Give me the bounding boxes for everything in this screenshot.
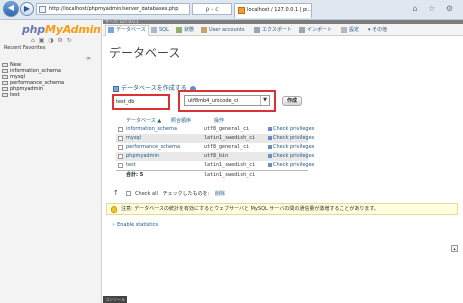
lightbulb-icon	[111, 206, 117, 213]
database-link[interactable]: information_schema	[126, 125, 177, 134]
check-privileges-link[interactable]: Check privileges	[268, 134, 314, 143]
database-icon	[108, 26, 114, 33]
database-link[interactable]: performance_schema	[126, 143, 180, 152]
check-privileges-link[interactable]: Check privileges	[268, 143, 314, 152]
sql-icon	[151, 26, 157, 33]
users-icon	[201, 26, 207, 33]
database-icon	[2, 86, 8, 91]
row-checkbox[interactable]	[118, 127, 123, 132]
check-all-checkbox[interactable]	[126, 191, 132, 196]
bullet-icon: »	[112, 222, 116, 228]
browser-tab[interactable]: localhost / 127.0.0.1 | p... ×	[234, 3, 312, 18]
tab-import[interactable]: インポート	[299, 26, 332, 34]
header-collation[interactable]: 照合順序	[171, 117, 191, 125]
check-all-label[interactable]: Check all	[135, 191, 158, 197]
privileges-icon	[268, 144, 272, 149]
tab-export[interactable]: エクスポート	[254, 26, 292, 34]
row-checkbox[interactable]	[118, 145, 123, 150]
collation-select[interactable]: utf8mb4_unicode_ci ▼	[184, 95, 270, 106]
database-tree: New information_schema mysql performance…	[2, 62, 64, 98]
new-db-icon	[2, 62, 8, 67]
tab-status[interactable]: 状態	[176, 26, 194, 34]
tab-title: localhost / 127.0.0.1 | p...	[247, 7, 311, 13]
table-row: test latin1_swedish_ci Check privileges	[116, 161, 314, 170]
database-icon	[2, 92, 8, 97]
table-row: phpmyadmin utf8_bin Check privileges	[116, 152, 314, 161]
tab-sql[interactable]: SQL	[151, 26, 169, 34]
browser-chrome: ◀ ▶ http://localhost/phpmyadmin/server_d…	[0, 0, 463, 20]
close-tab-icon[interactable]: ×	[304, 4, 308, 17]
table-row: information_schema utf8_general_ci Check…	[116, 125, 314, 134]
database-link[interactable]: phpmyadmin	[126, 152, 159, 161]
create-button[interactable]: 作成	[282, 96, 302, 106]
main-menu: データベース SQL 状態 User accounts エクスポート インポート…	[103, 24, 463, 36]
with-selected-label: チェックしたものを:	[162, 191, 210, 197]
table-header: データベース ▲ 照合順序 操作	[116, 117, 308, 125]
status-icon	[176, 26, 182, 33]
database-icon	[2, 68, 8, 73]
enable-statistics-link[interactable]: » Enable statistics	[112, 222, 158, 228]
address-bar[interactable]: http://localhost/phpmyadmin/server_datab…	[36, 3, 190, 15]
console-bar[interactable]: コンソール	[103, 296, 127, 303]
delete-button[interactable]: 削除	[215, 191, 225, 197]
privileges-icon	[268, 135, 272, 140]
forward-button[interactable]: ▶	[20, 2, 34, 16]
link-icon[interactable]: ∞	[86, 55, 91, 62]
database-link[interactable]: mysql	[126, 134, 141, 143]
header-database[interactable]: データベース ▲	[126, 117, 161, 125]
nav-toolbar-icons[interactable]: ⌂ ▣ ◑ ⚙ ↻	[31, 37, 73, 44]
phpmyadmin-favicon-icon	[238, 7, 245, 14]
export-icon	[254, 26, 260, 33]
privileges-icon	[268, 153, 272, 158]
header-action: 操作	[214, 118, 225, 124]
database-name-input[interactable]	[112, 94, 170, 110]
page-icon	[39, 6, 46, 13]
row-checkbox[interactable]	[118, 154, 123, 159]
total-collation: latin1_swedish_ci	[204, 172, 256, 178]
privileges-icon	[268, 126, 272, 131]
row-checkbox[interactable]	[118, 136, 123, 141]
table-row: performance_schema utf8_general_ci Check…	[116, 143, 314, 152]
privileges-icon	[268, 162, 272, 167]
phpmyadmin-logo[interactable]: phpMyAdmin	[22, 23, 101, 36]
collation-select-highlight: utf8mb4_unicode_ci ▼	[178, 90, 276, 112]
import-icon	[299, 26, 305, 33]
row-checkbox[interactable]	[118, 163, 123, 168]
tab-user-accounts[interactable]: User accounts	[201, 26, 245, 34]
database-link[interactable]: test	[126, 161, 136, 170]
check-privileges-link[interactable]: Check privileges	[268, 152, 314, 161]
collation-value: utf8_general_ci	[204, 126, 250, 132]
total-label: 合計: 5	[126, 172, 144, 178]
database-icon	[2, 80, 8, 85]
tab-settings[interactable]: 設定	[341, 26, 359, 34]
scroll-top-icon[interactable]: ▴	[451, 245, 458, 252]
settings-icon	[341, 26, 347, 33]
collation-value: utf8_general_ci	[204, 144, 250, 150]
home-star-gear-icons[interactable]: ⌂ ☆ ⚙	[412, 4, 457, 13]
database-table: データベース ▲ 照合順序 操作 information_schema utf8…	[116, 117, 314, 178]
database-icon	[2, 74, 8, 79]
tree-item-test[interactable]: test	[2, 92, 64, 98]
address-text: http://localhost/phpmyadmin/server_datab…	[49, 6, 179, 12]
recent-favorites[interactable]: Recent Favorites	[4, 45, 45, 51]
back-button[interactable]: ◀	[3, 1, 19, 17]
collation-value: utf8_bin	[204, 153, 229, 159]
table-total-row: 合計: 5 latin1_swedish_ci	[116, 170, 308, 178]
collation-value: latin1_swedish_ci	[204, 162, 256, 168]
collation-value: latin1_swedish_ci	[204, 135, 256, 141]
check-privileges-link[interactable]: Check privileges	[268, 125, 314, 134]
notice-box: 注意: データベースの統計を有効にするとウェブサーバと MySQL サーバの間の…	[106, 203, 458, 215]
search-refresh-icon[interactable]: ρ - c	[192, 3, 232, 15]
bulk-actions: ↑ Check all チェックしたものを: 削除	[113, 189, 225, 197]
database-icon	[113, 85, 119, 92]
tab-databases[interactable]: データベース	[105, 25, 149, 36]
notice-text: 注意: データベースの統計を有効にするとウェブサーバと MySQL サーバの間の…	[121, 206, 379, 212]
arrow-up-icon: ↑	[113, 189, 119, 197]
page-title: データベース	[109, 46, 181, 60]
tab-more[interactable]: ▾ その他	[368, 26, 387, 34]
table-row: mysql latin1_swedish_ci Check privileges	[116, 134, 314, 143]
check-privileges-link[interactable]: Check privileges	[268, 161, 314, 170]
dropdown-arrow-icon[interactable]: ▼	[260, 96, 269, 105]
navigation-panel: phpMyAdmin ⌂ ▣ ◑ ⚙ ↻ Recent Favorites ∞ …	[0, 20, 102, 303]
